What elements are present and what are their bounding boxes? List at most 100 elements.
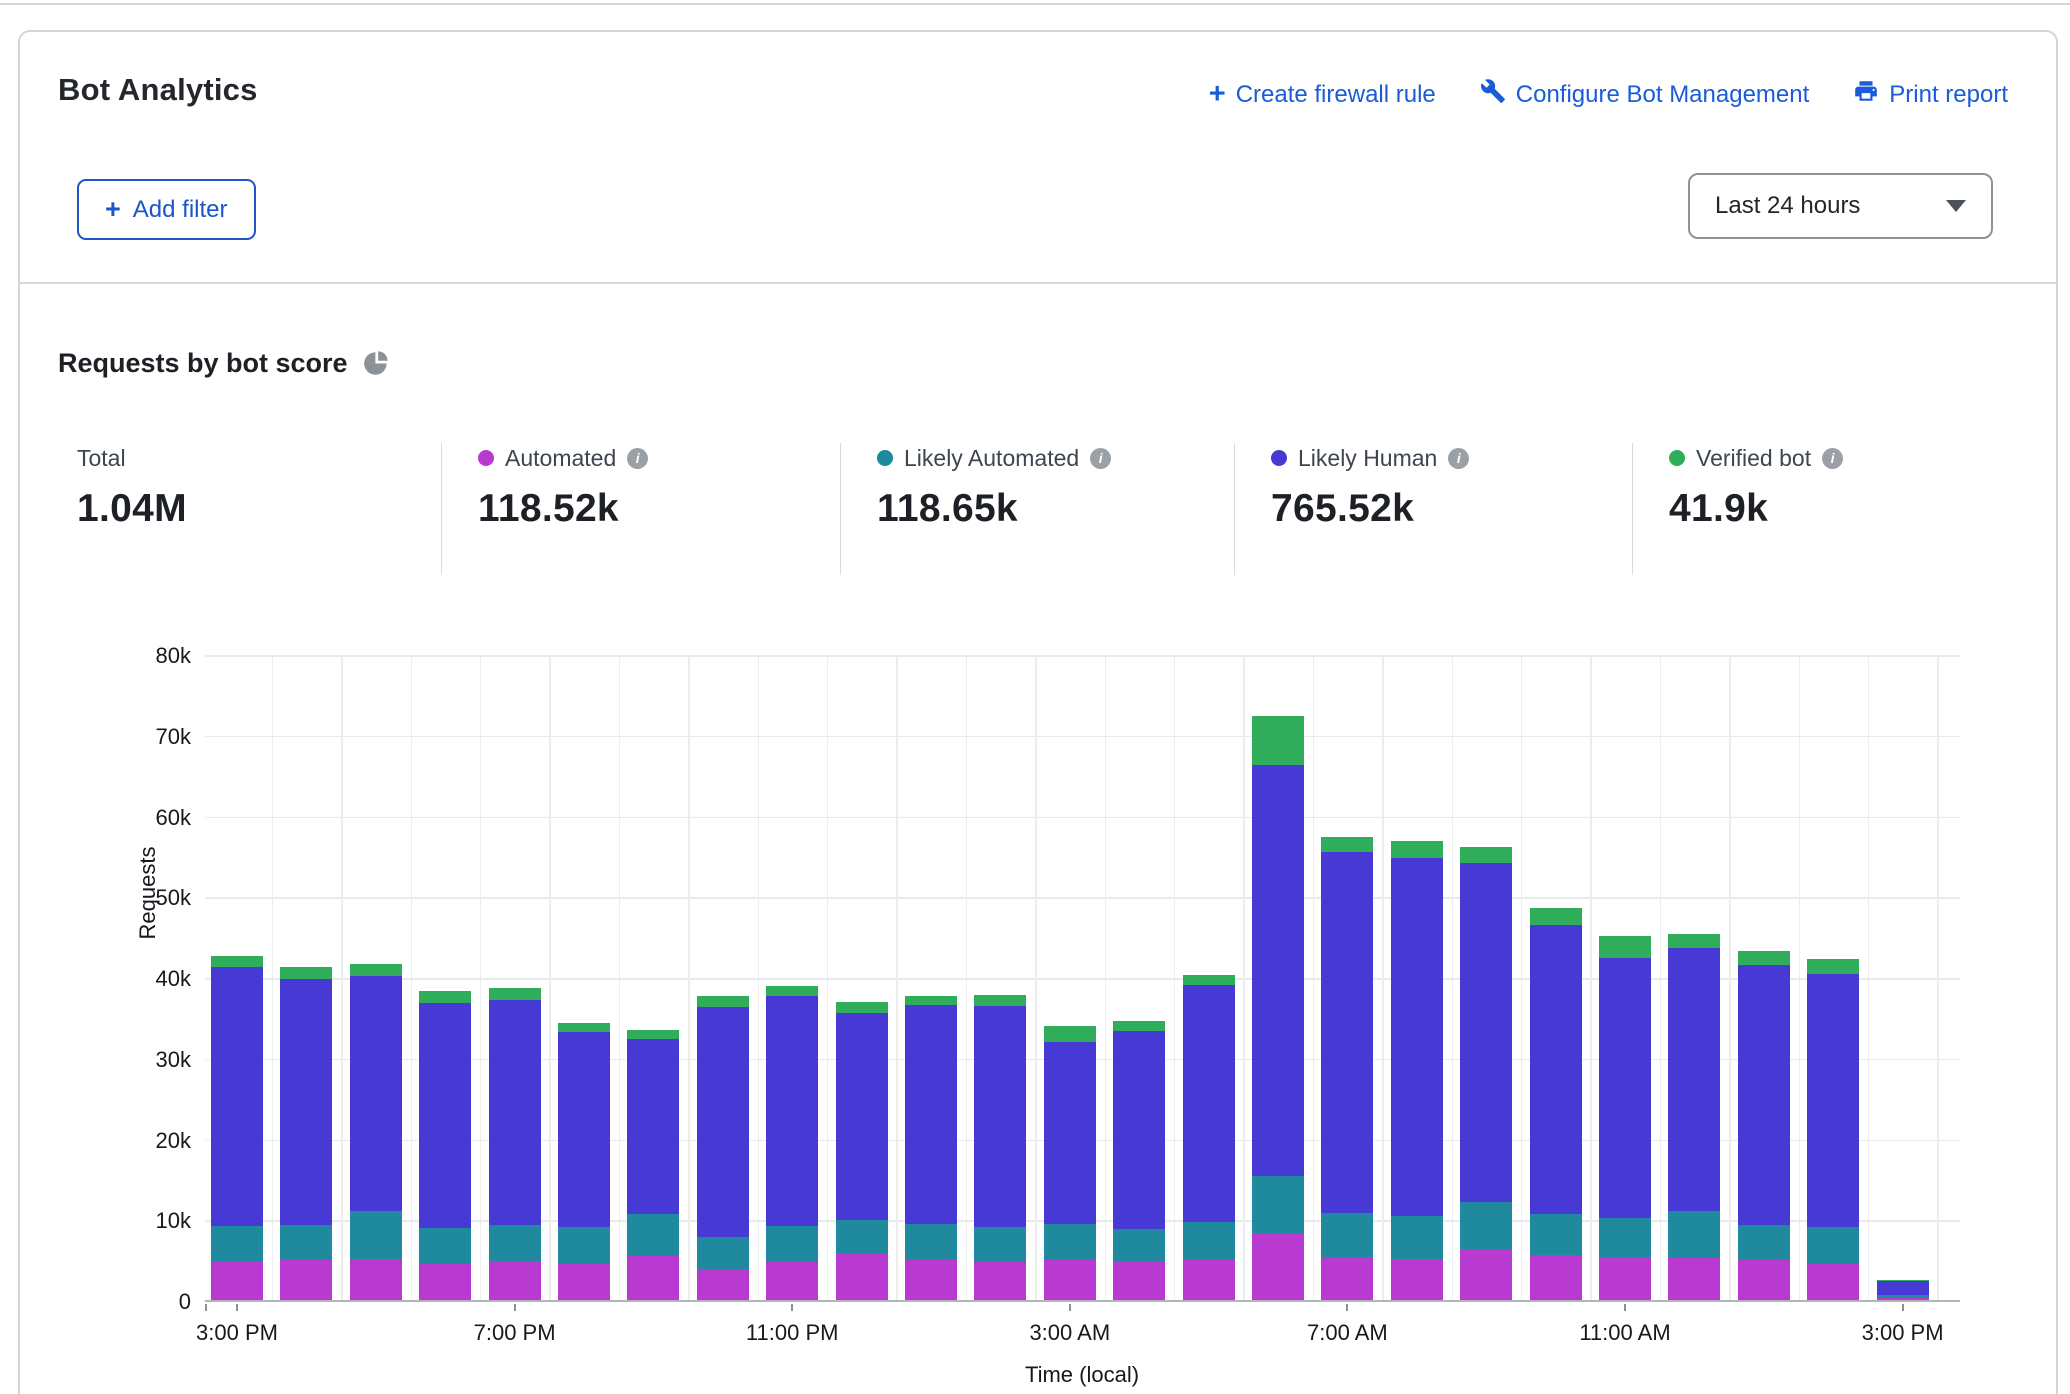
bar-segment-likely-automated [419, 1228, 471, 1264]
bar-6-00-am[interactable] [1252, 716, 1304, 1300]
x-tick-label: 3:00 PM [157, 1320, 317, 1346]
bar-4-00-am[interactable] [1113, 1021, 1165, 1300]
bar-7-00-pm[interactable] [489, 988, 541, 1300]
print-report-link[interactable]: Print report [1853, 78, 2008, 111]
bar-segment-automated [1877, 1298, 1929, 1300]
bar-12-00-am[interactable] [836, 1002, 888, 1300]
bar-segment-verified-bot [1321, 837, 1373, 852]
plus-icon: + [1209, 80, 1226, 109]
x-gridline [827, 656, 829, 1300]
info-icon[interactable]: i [1822, 448, 1843, 469]
create-firewall-rule-label: Create firewall rule [1236, 81, 1436, 109]
bar-segment-automated [350, 1259, 402, 1300]
stat-value-automated: 118.52k [478, 487, 840, 531]
x-tick [514, 1304, 516, 1311]
bar-segment-automated [419, 1264, 471, 1300]
bar-segment-verified-bot [905, 996, 957, 1006]
bar-segment-verified-bot [1183, 975, 1235, 985]
bar-segment-likely-automated [836, 1220, 888, 1253]
bar-5-00-am[interactable] [1183, 975, 1235, 1300]
bar-segment-likely-automated [1252, 1176, 1304, 1233]
bar-segment-likely-automated [697, 1237, 749, 1269]
configure-bot-management-link[interactable]: Configure Bot Management [1480, 78, 1810, 111]
x-gridline [1521, 656, 1523, 1300]
top-divider [0, 3, 2070, 5]
stat-tile-automated: Automated i 118.52k [441, 443, 840, 575]
bar-segment-likely-human [905, 1005, 957, 1224]
y-gridline [205, 897, 1960, 899]
bar-segment-likely-human [280, 979, 332, 1225]
bar-8-00-am[interactable] [1391, 841, 1443, 1300]
printer-icon [1853, 78, 1879, 111]
bar-segment-likely-human [1113, 1031, 1165, 1229]
bar-segment-automated [1183, 1260, 1235, 1300]
bar-1-00-pm[interactable] [1738, 951, 1790, 1300]
bar-2-00-pm[interactable] [1807, 959, 1859, 1300]
bar-11-00-pm[interactable] [766, 986, 818, 1300]
bar-3-00-pm[interactable] [211, 956, 263, 1300]
add-filter-button[interactable]: + Add filter [77, 179, 256, 240]
stat-tile-verified-bot: Verified bot i 41.9k [1632, 443, 1992, 575]
bar-segment-verified-bot [697, 996, 749, 1006]
x-gridline [480, 656, 482, 1300]
bar-2-00-am[interactable] [974, 995, 1026, 1300]
section-title: Requests by bot score [58, 348, 348, 379]
bar-10-00-am[interactable] [1530, 908, 1582, 1300]
x-gridline [272, 656, 274, 1300]
bar-5-00-pm[interactable] [350, 964, 402, 1300]
bar-segment-automated [1252, 1233, 1304, 1300]
x-gridline [688, 656, 690, 1300]
bar-segment-automated [280, 1260, 332, 1300]
bar-segment-automated [211, 1262, 263, 1300]
x-gridline [1313, 656, 1315, 1300]
section-title-row: Requests by bot score [58, 348, 390, 379]
x-tick [1346, 1304, 1348, 1311]
requests-by-bot-score-chart: 010k20k30k40k50k60k70k80k3:00 PM7:00 PM1… [205, 656, 1960, 1302]
y-tick-label: 30k [121, 1047, 191, 1073]
info-icon[interactable]: i [1090, 448, 1111, 469]
y-tick-label: 20k [121, 1128, 191, 1154]
pie-chart-icon [363, 350, 390, 377]
bar-11-00-am[interactable] [1599, 936, 1651, 1300]
x-gridline [758, 656, 760, 1300]
bar-segment-automated [1530, 1255, 1582, 1300]
bar-segment-verified-bot [419, 991, 471, 1003]
bar-9-00-pm[interactable] [627, 1030, 679, 1300]
bar-segment-verified-bot [1668, 934, 1720, 948]
bar-segment-likely-human [1807, 974, 1859, 1228]
bar-8-00-pm[interactable] [558, 1023, 610, 1300]
bar-segment-likely-human [1460, 863, 1512, 1202]
bar-12-00-pm[interactable] [1668, 934, 1720, 1300]
x-gridline [549, 656, 551, 1300]
create-firewall-rule-link[interactable]: + Create firewall rule [1209, 80, 1436, 109]
y-tick-label: 0 [121, 1289, 191, 1315]
bar-segment-likely-automated [1460, 1202, 1512, 1249]
stat-value-likely-human: 765.52k [1271, 487, 1632, 531]
bar-segment-likely-automated [766, 1226, 818, 1262]
y-gridline [205, 655, 1960, 657]
bar-segment-likely-human [697, 1007, 749, 1237]
bar-segment-likely-automated [211, 1226, 263, 1262]
bar-segment-likely-human [1738, 965, 1790, 1225]
bar-segment-likely-human [1391, 858, 1443, 1217]
bar-segment-likely-automated [1391, 1216, 1443, 1259]
bar-segment-likely-automated [280, 1225, 332, 1261]
bar-segment-verified-bot [558, 1023, 610, 1032]
info-icon[interactable]: i [1448, 448, 1469, 469]
bar-1-00-am[interactable] [905, 996, 957, 1300]
plus-icon: + [105, 196, 121, 223]
bar-3-00-am[interactable] [1044, 1026, 1096, 1300]
bar-10-00-pm[interactable] [697, 996, 749, 1300]
bar-segment-likely-human [627, 1039, 679, 1214]
bar-4-00-pm[interactable] [280, 967, 332, 1300]
x-axis-origin-tick [205, 1304, 207, 1311]
bar-7-00-am[interactable] [1321, 837, 1373, 1300]
bar-segment-verified-bot [1113, 1021, 1165, 1031]
info-icon[interactable]: i [627, 448, 648, 469]
x-gridline [1868, 656, 1870, 1300]
time-range-select[interactable]: Last 24 hours [1688, 173, 1993, 239]
bar-9-00-am[interactable] [1460, 847, 1512, 1300]
bar-segment-likely-automated [1738, 1225, 1790, 1261]
bar-6-00-pm[interactable] [419, 991, 471, 1300]
bar-3-00-pm[interactable] [1877, 1280, 1929, 1300]
